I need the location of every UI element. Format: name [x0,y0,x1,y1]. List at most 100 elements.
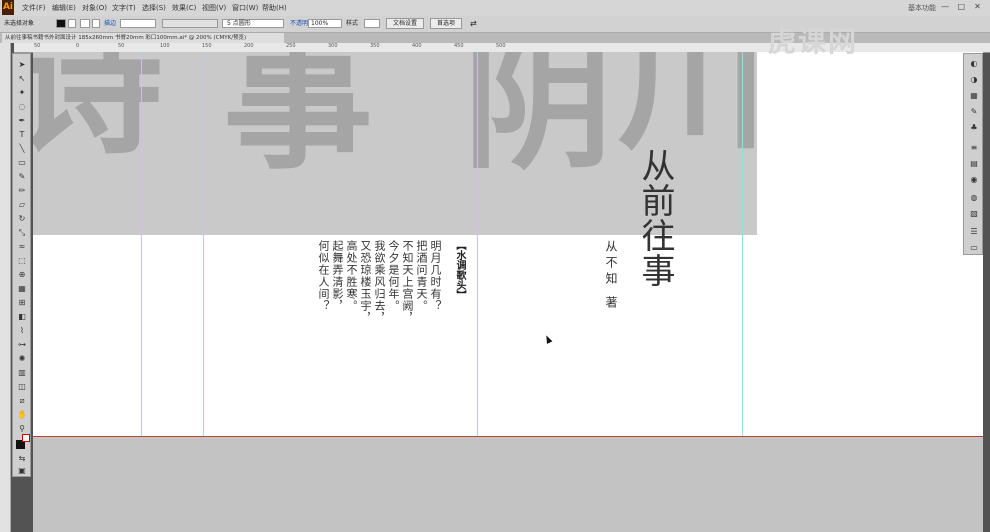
ruler-tick: 450 [454,43,464,49]
gradient-panel-icon[interactable]: ▤ [968,158,980,170]
graphic-styles-icon[interactable]: ▧ [968,208,980,220]
stroke-dropdown[interactable] [92,19,100,28]
style-dropdown[interactable] [364,19,380,28]
transparency-icon[interactable]: ◉ [968,174,980,186]
brush-field[interactable]: 5 点圆形 [222,19,284,28]
width-tool-icon[interactable]: ≈ [17,242,27,252]
magic-wand-tool-icon[interactable]: ✦ [17,88,27,98]
direct-selection-tool-icon[interactable]: ↖ [17,74,27,84]
perspective-grid-tool-icon[interactable]: ▦ [17,284,27,294]
ruler-tick: 300 [328,43,338,49]
menu-help[interactable]: 帮助(H) [262,3,287,13]
eyedropper-tool-icon[interactable]: ⌇ [17,326,27,336]
style-label: 样式 [346,20,359,27]
document-setup-button[interactable]: 文档设置 [386,18,424,29]
free-transform-tool-icon[interactable]: ⬚ [17,256,27,266]
close-button[interactable]: ✕ [970,2,984,12]
arrange-icon[interactable]: ⇄ [470,19,477,28]
stroke-swatch[interactable] [80,19,90,28]
window-controls: — □ ✕ [938,2,986,13]
poem-line: 又恐琼楼玉宇， [359,240,372,324]
swatches-icon[interactable]: ▦ [968,90,980,102]
poem-text-block[interactable]: 明月几时有？ 把酒问青天。 不知天上宫阙， 今夕是何年。 我欲乘风归去， 又恐琼… [316,240,442,360]
slice-tool-icon[interactable]: ⧄ [17,396,27,406]
color-guide-icon[interactable]: ◑ [968,74,980,86]
poem-line: 何似在人间？ [317,240,330,312]
screen-mode-icon[interactable]: ▣ [17,466,27,476]
brushes-icon[interactable]: ✎ [968,106,980,118]
menu-select[interactable]: 选择(S) [142,3,166,13]
ruler-tick: 200 [244,43,254,49]
variable-width-field[interactable] [162,19,218,28]
background-char: 事 [223,52,374,190]
menu-effect[interactable]: 效果(C) [172,3,196,13]
stroke-weight-field[interactable] [120,19,156,28]
pen-tool-icon[interactable]: ✒ [17,116,27,126]
minimize-button[interactable]: — [938,2,952,12]
menu-view[interactable]: 视图(V) [202,3,226,13]
symbol-sprayer-tool-icon[interactable]: ✺ [17,354,27,364]
bleed-area [33,436,983,532]
author-name[interactable]: 从不知 著 [603,240,620,312]
poem-line: 明月几时有？ [429,240,442,312]
brush-style-value: 点圆形 [232,20,251,27]
poem-line: 我欲乘风归去， [373,240,386,324]
menu-file[interactable]: 文件(F) [22,3,46,13]
zoom-tool-icon[interactable]: ⚲ [17,424,27,434]
poem-line: 高处不胜寒。 [345,240,358,312]
line-tool-icon[interactable]: ╲ [17,144,27,154]
paintbrush-tool-icon[interactable]: ✎ [17,172,27,182]
stroke-label[interactable]: 描边 [104,19,116,28]
menu-bar: Ai 文件(F) 编辑(E) 对象(O) 文字(T) 选择(S) 效果(C) 视… [0,0,990,17]
rotate-tool-icon[interactable]: ↻ [17,214,27,224]
menu-edit[interactable]: 编辑(E) [52,3,76,13]
eraser-tool-icon[interactable]: ▱ [17,200,27,210]
book-title[interactable]: 从前往事 [631,148,680,288]
vertical-ruler[interactable] [0,43,11,532]
poem-heading[interactable]: 【水调歌头】 [452,240,467,300]
document-tab[interactable]: 从前往事稿书籍书外封面设计 185x260mm 书脊20mm 彩口100mm.a… [2,33,284,43]
blend-tool-icon[interactable]: ⊶ [17,340,27,350]
type-tool-icon[interactable]: T [17,130,27,140]
menu-type[interactable]: 文字(T) [112,3,136,13]
ruler-tick: 500 [496,43,506,49]
fill-dropdown[interactable] [68,19,76,28]
hand-tool-icon[interactable]: ✋ [17,410,27,420]
brush-size-value: 5 [227,20,231,27]
selection-tool-icon[interactable]: ➤ [17,60,27,70]
artboard[interactable]: 诗 事 阴 川 从前往事 从不知 著 【水调歌头】 明月几时有？ 把酒问青天。 … [33,52,983,532]
pencil-tool-icon[interactable]: ✏ [17,186,27,196]
right-panel-dock: ◐ ◑ ▦ ✎ ♣ ≡ ▤ ◉ ◍ ▧ ☰ ▭ [963,53,983,255]
ruler-tick: 50 [118,43,125,49]
shape-builder-tool-icon[interactable]: ⊕ [17,270,27,280]
poem-line: 把酒问青天。 [415,240,428,312]
opacity-value: 100% [311,20,329,27]
scale-tool-icon[interactable]: ⤡ [17,228,27,238]
mesh-tool-icon[interactable]: ⊞ [17,298,27,308]
preferences-button[interactable]: 首选项 [430,18,462,29]
stroke-color-icon[interactable] [22,434,30,442]
background-char: 川 [618,52,757,170]
swap-colors-icon[interactable]: ⇆ [17,454,27,464]
menu-object[interactable]: 对象(O) [82,3,107,13]
appearance-icon[interactable]: ◍ [968,192,980,204]
tools-panel: ➤ ↖ ✦ ◌ ✒ T ╲ ▭ ✎ ✏ ▱ ↻ ⤡ ≈ ⬚ ⊕ ▦ ⊞ ◧ ⌇ … [12,53,31,477]
rectangle-tool-icon[interactable]: ▭ [17,158,27,168]
selection-status: 未选择对象 [4,20,35,27]
ruler-tick: 0 [76,43,80,49]
layers-icon[interactable]: ☰ [968,226,980,238]
poem-line: 今夕是何年。 [387,240,400,312]
graph-tool-icon[interactable]: ▥ [17,368,27,378]
symbols-icon[interactable]: ♣ [968,122,980,134]
gradient-tool-icon[interactable]: ◧ [17,312,27,322]
workspace-switcher[interactable]: 基本功能 [908,3,936,13]
lasso-tool-icon[interactable]: ◌ [17,102,27,112]
fill-swatch[interactable] [56,19,66,28]
stroke-panel-icon[interactable]: ≡ [968,142,980,154]
menu-window[interactable]: 窗口(W) [232,3,258,13]
maximize-button[interactable]: □ [954,2,968,12]
color-panel-icon[interactable]: ◐ [968,58,980,70]
artboard-tool-icon[interactable]: ◫ [17,382,27,392]
artboards-icon[interactable]: ▭ [968,242,980,254]
opacity-field[interactable]: 100% [308,19,342,28]
